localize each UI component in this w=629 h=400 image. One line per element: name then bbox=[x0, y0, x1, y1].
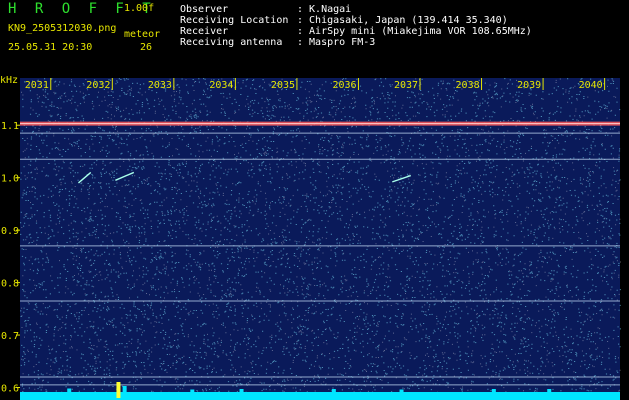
meteor-label: meteor bbox=[124, 29, 161, 40]
y-tick-label: 1.0 bbox=[1, 174, 19, 185]
x-tick-label: 2038 bbox=[456, 80, 480, 91]
header-panel: H R O F F T 1.00f KN9_2505312030.png 25.… bbox=[0, 0, 629, 76]
meteor-baseline bbox=[20, 392, 620, 400]
meteor-count-bar bbox=[399, 389, 404, 398]
filename-label: KN9_2505312030.png bbox=[8, 23, 117, 34]
meteor-count-bar bbox=[122, 386, 127, 398]
x-tick-label: 2035 bbox=[271, 80, 295, 91]
meteor-count: 26 bbox=[140, 42, 153, 53]
x-tick-label: 2031 bbox=[25, 80, 49, 91]
x-tick-label: 2032 bbox=[86, 80, 110, 91]
meteor-count-bar bbox=[547, 389, 552, 398]
antenna-label: Receiving antenna bbox=[180, 37, 283, 48]
plot-background bbox=[20, 78, 620, 398]
meteor-count-bar bbox=[239, 389, 244, 398]
y-axis-label: kHz bbox=[0, 76, 18, 86]
y-tick-label: 1.1 bbox=[1, 121, 19, 132]
y-tick-label: 0.7 bbox=[1, 331, 19, 342]
antenna-value: : Maspro FM-3 bbox=[297, 37, 376, 48]
y-tick-label: 0.9 bbox=[1, 226, 19, 237]
meteor-count-bar bbox=[116, 382, 121, 398]
x-tick-label: 2037 bbox=[394, 80, 418, 91]
y-axis: 1.1 1.0 0.9 0.8 0.7 0.6 bbox=[1, 121, 20, 395]
y-tick-label: 0.6 bbox=[1, 384, 19, 395]
spectrogram-chart: 2031 2032 2033 2034 2035 2036 2037 2038 2039 2040… bbox=[0, 76, 621, 400]
x-tick-label: 2033 bbox=[148, 80, 172, 91]
meteor-count-bar bbox=[491, 389, 496, 398]
meteor-count-bar bbox=[331, 389, 336, 398]
x-tick-label: 2036 bbox=[332, 80, 356, 91]
x-tick-label: 2039 bbox=[517, 80, 541, 91]
y-tick-label: 0.8 bbox=[1, 279, 19, 290]
x-tick-label: 2034 bbox=[209, 80, 233, 91]
meteor-count-bar bbox=[67, 388, 72, 398]
version-label: 1.00f bbox=[124, 3, 155, 14]
x-tick-label: 2040 bbox=[579, 80, 603, 91]
meteor-count-bar bbox=[190, 389, 195, 398]
datetime-label: 25.05.31 20:30 bbox=[8, 42, 93, 53]
